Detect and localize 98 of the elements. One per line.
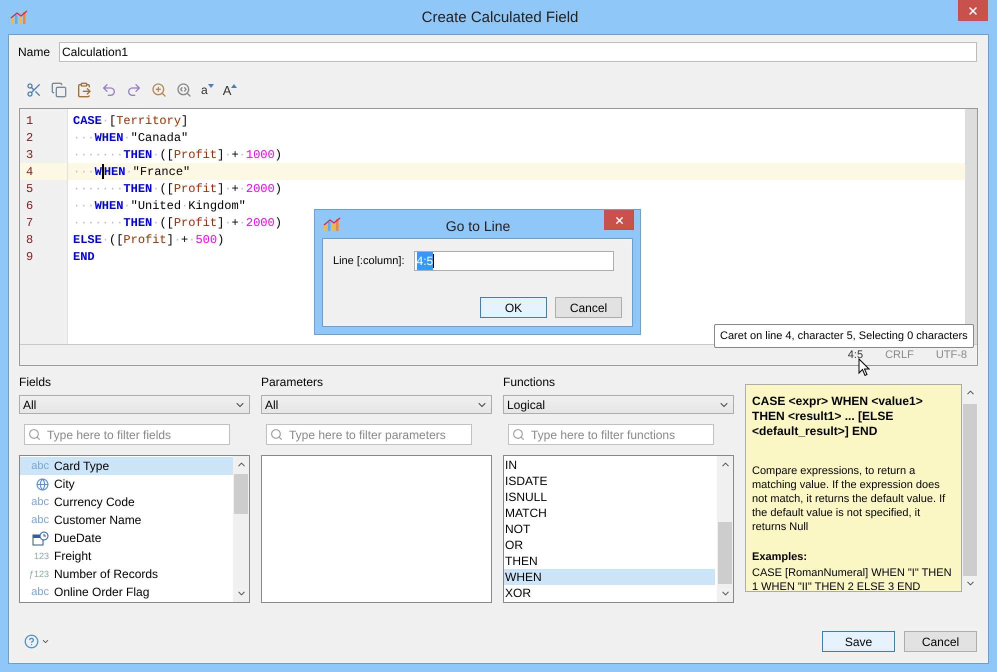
scrollbar[interactable] [233,456,249,602]
filter-field[interactable]: Type here to filter functions [508,424,714,445]
line-number: 3 [25,146,34,163]
parameter-dropdown[interactable]: All [261,395,492,414]
calculated-number-icon: ƒ123 [28,570,49,578]
globe-icon [36,478,49,490]
line-number: 4 [20,163,67,180]
field-item[interactable]: 123 Freight [20,547,233,565]
code-line: ·······THEN·([Profit]·+·2000) [72,214,282,231]
scroll-thumb[interactable] [234,474,248,514]
function-item[interactable]: XOR [504,585,715,601]
code-line: ···WHEN·"Canada" [72,130,188,146]
app-logo-icon [10,9,28,25]
field-item[interactable]: abc Online Order Flag [20,583,233,601]
field-item[interactable]: ƒ123 Number of Records [20,565,233,583]
help-icon [24,634,39,649]
section-label: Fields [19,374,52,391]
field-item[interactable]: abc Customer Name [20,511,233,529]
line-number: 5 [25,180,34,197]
examples-heading: Examples: [752,550,808,565]
dialog-button[interactable]: Cancel [904,631,977,652]
category-dropdown[interactable]: Logical [503,395,734,414]
number-type-icon: 123 [34,552,49,560]
copy-icon[interactable] [51,82,67,98]
search-icon[interactable] [151,82,167,98]
line-number: 9 [25,248,34,265]
redo-icon[interactable] [126,82,142,98]
fields-list[interactable]: abc Card Type City abc Currency Code abc Customer Name DueDate 123 Freight ƒ123 Number of Records abc Online Order Flag [19,455,250,603]
field-item[interactable]: abc Card Type [20,457,233,475]
section-label: Parameters [261,374,324,391]
type-dropdown[interactable]: All [19,395,250,414]
line-label: Line [:column]: [333,254,405,269]
close-icon [967,4,979,16]
line-number: 1 [25,112,34,129]
close-button[interactable] [958,0,988,21]
parameters-list[interactable] [261,455,492,603]
line-number: 8 [25,232,34,248]
name-field[interactable]: Calculation1 [59,42,977,62]
code-line: ···WHEN·"United·Kingdom" [72,198,246,214]
line-number: 2 [25,130,34,146]
mouse-pointer-icon [858,358,870,377]
dialog-button[interactable]: OK [480,297,547,318]
function-item[interactable]: IN [504,457,715,473]
caret-icon [41,637,50,646]
lowercase-button[interactable]: a [201,84,214,96]
function-item[interactable]: THEN [504,553,715,569]
code-line: CASE·[Territory] [72,112,188,129]
help-button[interactable] [24,634,50,649]
dialog-button[interactable]: Cancel [555,297,622,318]
example-text: CASE [RomanNumeral] WHEN "I" THEN 1 WHEN "II" THEN 2 ELSE 3 END [752,566,953,591]
calendar-clock-icon [32,530,49,546]
name-label: Name [18,44,50,61]
string-type-icon: abc [31,496,49,508]
field-item[interactable]: DueDate [20,529,233,547]
function-item[interactable]: OR [504,537,715,553]
code-line: END [72,248,95,265]
functions-list[interactable]: IN ISDATE ISNULL MATCH NOT OR THEN WHEN XOR [503,455,734,603]
dialog-title: Go to Line [444,217,512,236]
triangle-down-icon [208,84,214,88]
string-type-icon: abc [31,586,49,598]
dialog-button[interactable]: Save [822,631,895,652]
function-syntax: CASE <expr> WHEN <value1> THEN <result1> ... [ELSE <default_result>] END [752,394,924,439]
paste-icon[interactable] [76,82,92,98]
search-icon [512,428,525,441]
field-item[interactable]: abc Currency Code [20,493,233,511]
triangle-up-icon [231,84,238,88]
scroll-thumb[interactable] [718,522,732,584]
function-item[interactable]: ISNULL [504,489,715,505]
window-title: Create Calculated Field [420,8,580,28]
caret-position[interactable]: 4:5 [848,346,864,364]
filter-field[interactable]: Type here to filter fields [24,424,230,445]
line-number: 7 [25,214,34,231]
filter-field[interactable]: Type here to filter parameters [266,424,472,445]
function-item[interactable]: WHEN [504,569,715,585]
undo-icon[interactable] [101,82,117,98]
close-button[interactable] [604,210,634,230]
code-line: ···W HEN·"France" [72,163,190,180]
string-type-icon: abc [31,460,49,472]
function-description: Compare expressions, to return a matching value. If the expression does not match, it returns the default value. If the default value is not specified, it returns Null [752,464,946,534]
scroll-thumb[interactable] [963,404,977,576]
section-label: Functions [503,374,556,391]
tooltip: Caret on line 4, character 5, Selecting 0 characters [714,324,974,348]
uppercase-button[interactable]: A [222,84,238,96]
search-icon [28,428,41,441]
close-icon [614,214,624,226]
search-icon [270,428,283,441]
code-line: ELSE·([Profit]·+·500) [72,232,224,248]
code-line: ·······THEN·([Profit]·+·1000) [72,146,282,163]
scrollbar[interactable] [717,456,733,602]
function-item[interactable]: ISDATE [504,473,715,489]
function-item[interactable]: NOT [504,521,715,537]
line-number: 6 [25,198,34,214]
field-item[interactable]: City [20,475,233,493]
code-line: ·······THEN·([Profit]·+·2000) [72,180,282,197]
app-logo-icon [323,216,341,232]
string-type-icon: abc [31,514,49,526]
function-item[interactable]: MATCH [504,505,715,521]
cut-icon[interactable] [26,82,42,98]
